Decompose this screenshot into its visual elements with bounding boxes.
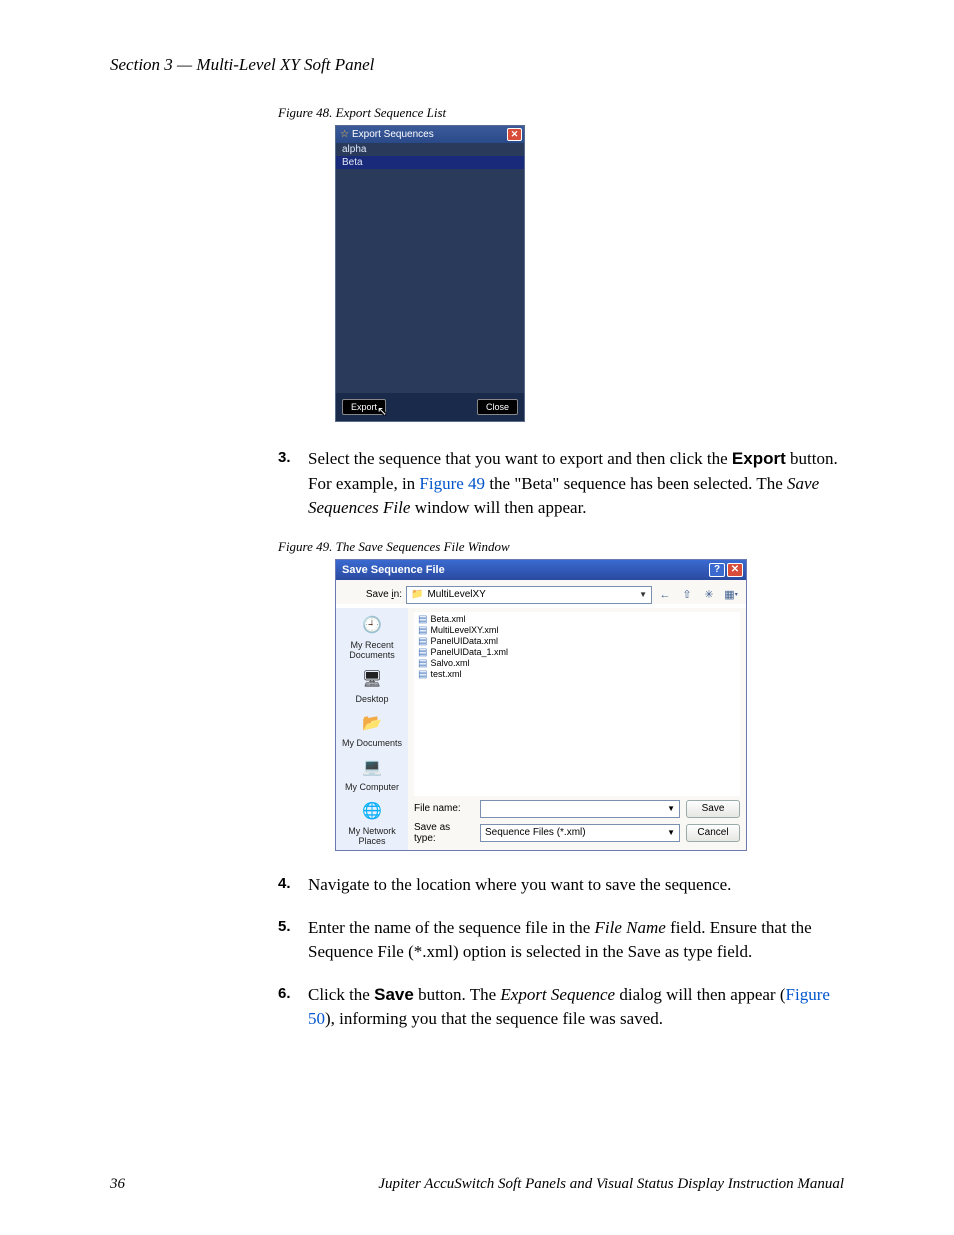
chevron-down-icon: ▼ [639, 590, 647, 599]
dialog-footer: Export ↖ Close [336, 393, 524, 421]
dialog-title: ☆Export Sequences [340, 129, 434, 140]
xml-icon: ▤ [418, 647, 427, 658]
chevron-down-icon: ▼ [667, 828, 675, 837]
saveastype-label: Save as type: [414, 822, 474, 844]
xml-icon: ▤ [418, 636, 427, 647]
cancel-button[interactable]: Cancel [686, 824, 740, 842]
save-button[interactable]: Save [686, 800, 740, 818]
step-number: 3. [278, 447, 291, 469]
xml-icon: ▤ [418, 658, 427, 669]
network-icon: 🌐 [358, 798, 386, 824]
toolbar-icons: ← ⇧ ✳ ▦▾ [656, 587, 740, 603]
export-button[interactable]: Export ↖ [342, 399, 386, 415]
step-5: 5. Enter the name of the sequence file i… [278, 916, 844, 965]
sequence-list[interactable]: alpha Beta [336, 143, 524, 393]
dialog-title: Save Sequence File [342, 564, 445, 576]
xml-icon: ▤ [418, 625, 427, 636]
step-number: 4. [278, 873, 291, 895]
sidebar-item-desktop[interactable]: 🖥Desktop [355, 666, 388, 704]
figure-48: Figure 48. Export Sequence List ☆Export … [110, 105, 844, 422]
step-6: 6. Click the Save button. The Export Seq… [278, 983, 844, 1032]
step-3: 3. Select the sequence that you want to … [278, 447, 844, 521]
close-icon[interactable]: ✕ [727, 563, 743, 577]
file-item[interactable]: ▤test.xml [418, 669, 736, 680]
documents-icon: 📂 [358, 710, 386, 736]
file-item[interactable]: ▤MultiLevelXY.xml [418, 625, 736, 636]
dialog-titlebar: ☆Export Sequences ✕ [336, 126, 524, 143]
close-button[interactable]: Close [477, 399, 518, 415]
sidebar-item-documents[interactable]: 📂My Documents [342, 710, 402, 748]
saveastype-select[interactable]: Sequence Files (*.xml)▼ [480, 824, 680, 842]
figure-49-caption: Figure 49. The Save Sequences File Windo… [278, 539, 844, 555]
cursor-icon: ↖ [377, 404, 387, 418]
save-in-select[interactable]: 📁MultiLevelXY ▼ [406, 586, 652, 604]
file-list[interactable]: ▤Beta.xml ▤MultiLevelXY.xml ▤PanelUIData… [414, 612, 740, 796]
folder-icon: 📁 [411, 589, 423, 600]
new-folder-icon[interactable]: ✳ [700, 587, 718, 603]
step-number: 5. [278, 916, 291, 938]
dialog-titlebar: Save Sequence File ? ✕ [336, 560, 746, 580]
xml-icon: ▤ [418, 669, 427, 680]
page-number: 36 [110, 1176, 125, 1193]
list-item[interactable]: alpha [336, 143, 524, 156]
save-in-row: Save in: 📁MultiLevelXY ▼ ← ⇧ ✳ ▦▾ [342, 586, 740, 604]
file-item[interactable]: ▤PanelUIData_1.xml [418, 647, 736, 658]
close-icon[interactable]: ✕ [507, 128, 522, 141]
step-4: 4. Navigate to the location where you wa… [278, 873, 844, 898]
computer-icon: 💻 [358, 754, 386, 780]
help-icon[interactable]: ? [709, 563, 725, 577]
footer-title: Jupiter AccuSwitch Soft Panels and Visua… [378, 1176, 844, 1193]
page-footer: 36 Jupiter AccuSwitch Soft Panels and Vi… [110, 1176, 844, 1193]
save-sequence-file-dialog: Save Sequence File ? ✕ Save in: 📁MultiLe… [335, 559, 747, 851]
step-number: 6. [278, 983, 291, 1005]
figure-49-link[interactable]: Figure 49 [419, 474, 485, 493]
places-sidebar: 🕘My Recent Documents 🖥Desktop 📂My Docume… [336, 608, 408, 850]
back-icon[interactable]: ← [656, 587, 674, 603]
export-sequences-dialog: ☆Export Sequences ✕ alpha Beta Export ↖ … [335, 125, 525, 422]
file-item[interactable]: ▤Beta.xml [418, 614, 736, 625]
export-label: Export [732, 449, 786, 468]
figure-49: Figure 49. The Save Sequences File Windo… [110, 539, 844, 851]
save-in-label: Save in: [342, 589, 402, 600]
file-item[interactable]: ▤PanelUIData.xml [418, 636, 736, 647]
sidebar-item-recent[interactable]: 🕘My Recent Documents [338, 612, 406, 660]
section-header: Section 3 — Multi-Level XY Soft Panel [110, 55, 844, 75]
up-folder-icon[interactable]: ⇧ [678, 587, 696, 603]
sidebar-item-computer[interactable]: 💻My Computer [345, 754, 399, 792]
recent-icon: 🕘 [358, 612, 386, 638]
sidebar-item-network[interactable]: 🌐My Network Places [338, 798, 406, 846]
desktop-icon: 🖥 [358, 666, 386, 692]
filename-input[interactable]: ▼ [480, 800, 680, 818]
filename-label: File name: [414, 803, 474, 814]
figure-48-caption: Figure 48. Export Sequence List [278, 105, 844, 121]
list-item[interactable]: Beta [336, 156, 524, 169]
views-icon[interactable]: ▦▾ [722, 587, 740, 603]
chevron-down-icon: ▼ [667, 804, 675, 813]
xml-icon: ▤ [418, 614, 427, 625]
file-item[interactable]: ▤Salvo.xml [418, 658, 736, 669]
